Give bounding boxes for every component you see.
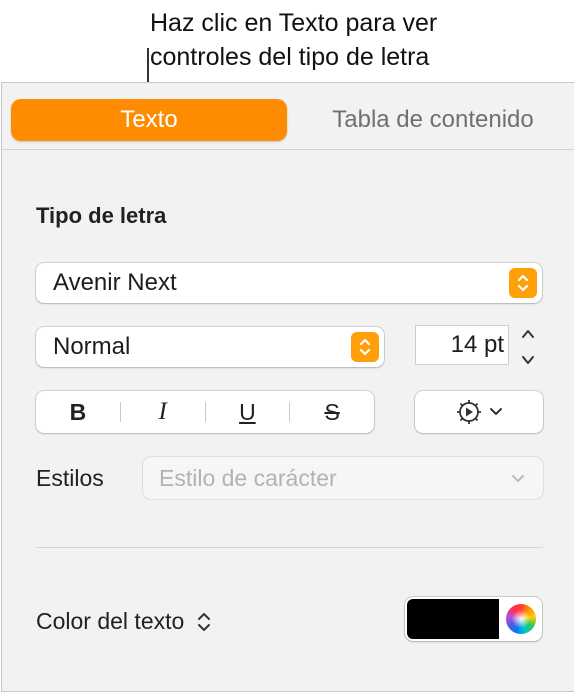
callout-line-2: controles del tipo de letra xyxy=(150,43,430,71)
section-title-font: Tipo de letra xyxy=(36,203,167,228)
increment-chevron-icon[interactable] xyxy=(519,326,537,342)
font-size-field[interactable]: 14 pt xyxy=(416,326,508,364)
chevron-down-icon xyxy=(512,475,524,482)
font-size-stepper xyxy=(514,326,542,368)
text-color-control[interactable]: Color del texto xyxy=(36,608,212,635)
chevron-down-icon xyxy=(490,408,502,415)
font-weight-value: Normal xyxy=(53,333,131,360)
text-color-well[interactable] xyxy=(405,597,542,641)
character-style-popup[interactable]: Estilo de carácter xyxy=(143,457,543,499)
gear-icon xyxy=(457,400,481,424)
format-inspector-panel: Texto Tabla de contenido Tipo de letra A… xyxy=(1,82,574,692)
tab-tabla-de-contenido[interactable]: Tabla de contenido xyxy=(302,99,564,141)
section-divider xyxy=(36,547,543,548)
advanced-options-button[interactable] xyxy=(415,391,543,433)
strikethrough-button[interactable]: S xyxy=(290,391,374,433)
text-color-label: Color del texto xyxy=(36,608,185,634)
font-family-value: Avenir Next xyxy=(53,269,177,296)
styles-label: Estilos xyxy=(36,465,104,491)
tab-texto[interactable]: Texto xyxy=(11,99,287,141)
italic-button[interactable]: I xyxy=(121,391,205,433)
callout-text: Haz clic en Texto para ver controles del… xyxy=(150,6,437,74)
decrement-chevron-icon[interactable] xyxy=(519,352,537,368)
inspector-tab-bar: Texto Tabla de contenido xyxy=(2,83,574,150)
up-down-chevron-icon xyxy=(198,612,211,631)
up-down-chevron-icon xyxy=(509,268,537,298)
callout-line-1: Haz clic en Texto para ver xyxy=(150,9,438,37)
color-wheel-icon[interactable] xyxy=(506,604,536,634)
bold-button[interactable]: B xyxy=(36,391,120,433)
text-style-segmented-control: B I U S xyxy=(36,391,374,433)
font-family-popup[interactable]: Avenir Next xyxy=(36,263,542,303)
character-style-value: Estilo de carácter xyxy=(159,465,337,491)
font-weight-popup[interactable]: Normal xyxy=(36,327,384,367)
underline-button[interactable]: U xyxy=(206,391,290,433)
up-down-chevron-icon xyxy=(351,332,379,362)
color-swatch[interactable] xyxy=(407,599,499,639)
